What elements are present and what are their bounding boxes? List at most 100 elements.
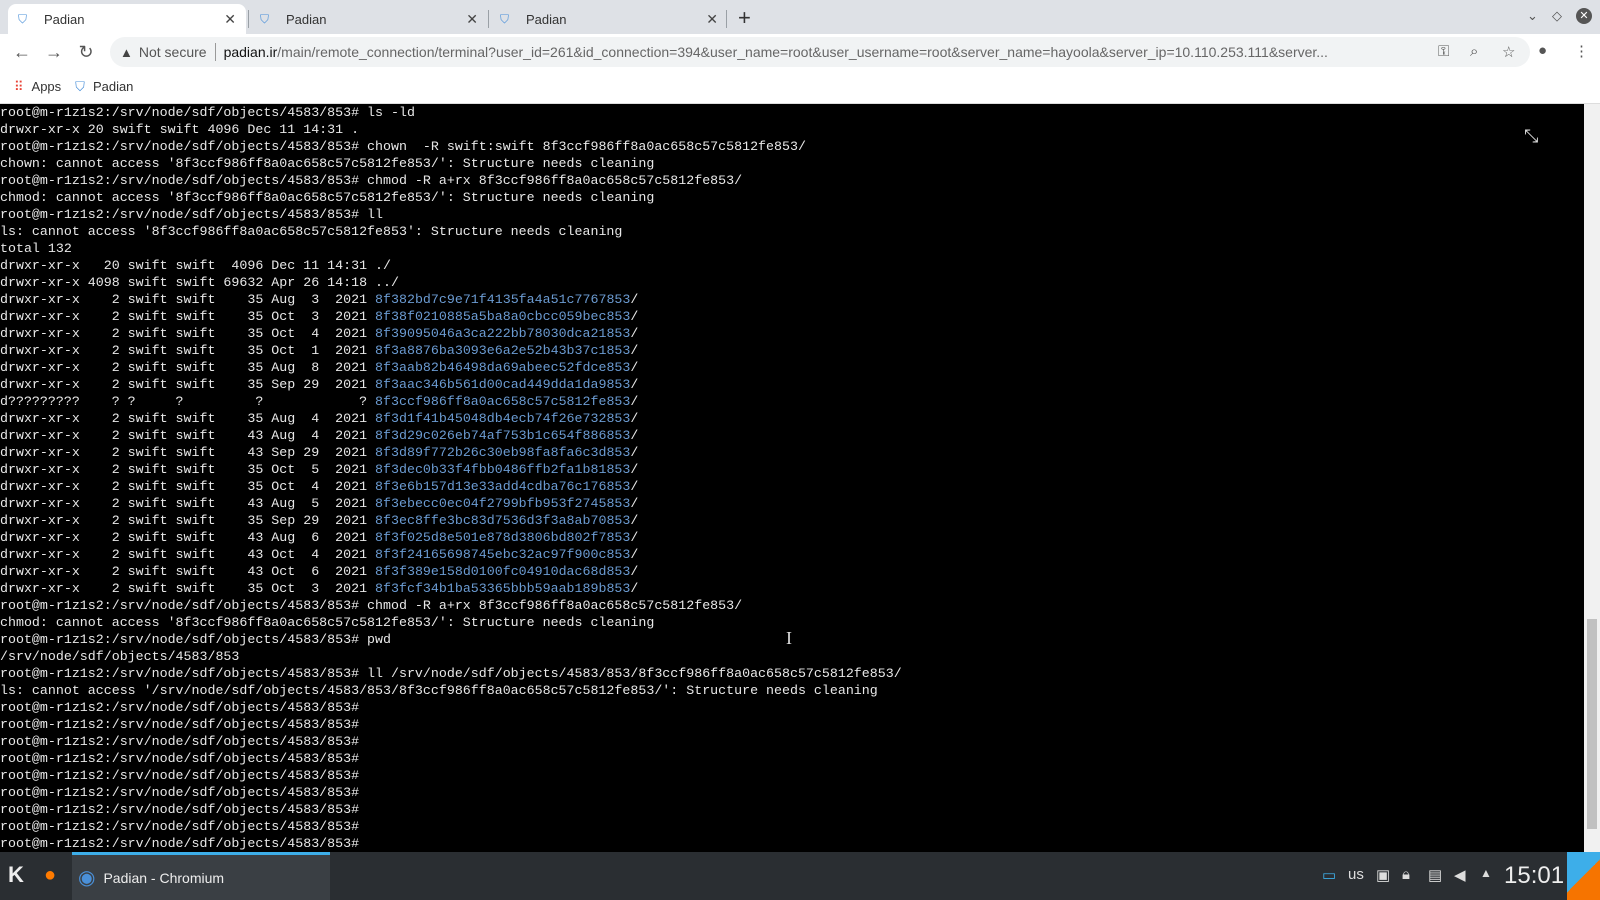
line-text: drwxr-xr-x 2 swift swift 35 Oct 5 2021 xyxy=(0,462,376,477)
terminal-line: drwxr-xr-x 2 swift swift 35 Aug 3 2021 8… xyxy=(0,291,1584,308)
terminal-line: drwxr-xr-x 4098 swift swift 69632 Apr 26… xyxy=(0,274,1584,291)
show-desktop-icon[interactable] xyxy=(1567,852,1600,900)
lock-icon[interactable]: 🔒︎ xyxy=(1402,866,1410,883)
profile-icon[interactable]: ● xyxy=(1538,42,1547,59)
path-slash: / xyxy=(630,377,639,392)
line-text: root@m-r1z1s2:/srv/node/sdf/objects/4583… xyxy=(0,139,806,154)
back-icon[interactable]: ← xyxy=(6,42,38,63)
path-slash: / xyxy=(630,496,639,511)
tab-padian-1[interactable]: ⛉ Padian ✕ xyxy=(8,4,246,34)
apps-grid-icon: ⠿ xyxy=(14,78,24,94)
line-text: drwxr-xr-x 2 swift swift 43 Aug 5 2021 xyxy=(0,496,376,511)
terminal-line: root@m-r1z1s2:/srv/node/sdf/objects/4583… xyxy=(0,767,1584,784)
directory-name: 8f3d1f41b45048db4ecb74f26e732853 xyxy=(375,411,631,426)
tab-search-icon[interactable]: ⌄ xyxy=(1527,8,1538,24)
clipboard-icon[interactable]: ▤ xyxy=(1428,866,1442,884)
line-text: ls: cannot access '/srv/node/sdf/objects… xyxy=(0,683,878,698)
firefox-icon[interactable]: ● xyxy=(44,864,56,887)
line-text: root@m-r1z1s2:/srv/node/sdf/objects/4583… xyxy=(0,785,360,800)
path-slash: / xyxy=(630,326,639,341)
line-text: chown: cannot access '8f3ccf986ff8a0ac65… xyxy=(0,156,655,171)
line-text: drwxr-xr-x 2 swift swift 35 Oct 1 2021 xyxy=(0,343,376,358)
bookmark-padian[interactable]: ⛉ Padian xyxy=(75,79,133,95)
directory-name: 8f39095046a3ca222bb78030dca21853 xyxy=(375,326,631,341)
padian-favicon-icon: ⛉ xyxy=(18,12,28,26)
taskbar: K ● ◉ Padian - Chromium ▭ us ▣ 🔒︎ ▤ ◀ ▲ … xyxy=(0,852,1600,900)
line-text: drwxr-xr-x 2 swift swift 35 Oct 3 2021 xyxy=(0,309,376,324)
terminal-line: drwxr-xr-x 2 swift swift 35 Oct 3 2021 8… xyxy=(0,580,1584,597)
close-tab-icon[interactable]: ✕ xyxy=(466,11,478,28)
path-slash: / xyxy=(630,411,639,426)
terminal-line: chmod: cannot access '8f3ccf986ff8a0ac65… xyxy=(0,614,1584,631)
terminal-line: drwxr-xr-x 2 swift swift 35 Oct 1 2021 8… xyxy=(0,342,1584,359)
exit-fullscreen-icon[interactable]: ⤡ xyxy=(1524,126,1542,147)
line-text: d????????? ? ? ? ? ? xyxy=(0,394,376,409)
task-chromium[interactable]: ◉ Padian - Chromium xyxy=(72,852,330,900)
forward-icon[interactable]: → xyxy=(38,42,70,63)
directory-name: 8f3f389e158d0100fc04910dac68d853 xyxy=(375,564,631,579)
zoom-icon[interactable]: ⌕ xyxy=(1470,43,1478,60)
terminal-line: drwxr-xr-x 2 swift swift 43 Oct 6 2021 8… xyxy=(0,563,1584,580)
line-text: root@m-r1z1s2:/srv/node/sdf/objects/4583… xyxy=(0,768,360,783)
line-text: drwxr-xr-x 2 swift swift 43 Oct 6 2021 xyxy=(0,564,376,579)
terminal-scrollbar[interactable] xyxy=(1584,104,1600,852)
path-slash: / xyxy=(630,513,639,528)
path-slash: / xyxy=(630,445,639,460)
keyboard-layout[interactable]: us xyxy=(1348,866,1364,883)
line-text: root@m-r1z1s2:/srv/node/sdf/objects/4583… xyxy=(0,836,360,851)
close-tab-icon[interactable]: ✕ xyxy=(706,11,718,28)
directory-name: 8f3aab82b46498da69abeec52fdce853 xyxy=(375,360,631,375)
line-text: root@m-r1z1s2:/srv/node/sdf/objects/4583… xyxy=(0,666,902,681)
terminal-line: root@m-r1z1s2:/srv/node/sdf/objects/4583… xyxy=(0,597,1584,614)
tab-padian-2[interactable]: ⛉ Padian ✕ xyxy=(250,4,488,34)
reload-icon[interactable]: ↻ xyxy=(70,42,102,63)
terminal-line: root@m-r1z1s2:/srv/node/sdf/objects/4583… xyxy=(0,104,1584,121)
tab-divider xyxy=(248,10,249,28)
clock[interactable]: 15:01 xyxy=(1504,862,1564,890)
browser-toolbar: ← → ↻ ▲ Not secure padian.ir /main/remot… xyxy=(0,34,1600,70)
tab-divider xyxy=(488,10,489,28)
terminal-line: root@m-r1z1s2:/srv/node/sdf/objects/4583… xyxy=(0,631,1584,648)
scrollbar-thumb[interactable] xyxy=(1587,619,1597,829)
menu-icon[interactable]: ⋮ xyxy=(1574,42,1589,60)
path-slash: / xyxy=(630,292,639,307)
line-text: root@m-r1z1s2:/srv/node/sdf/objects/4583… xyxy=(0,717,360,732)
terminal-line: total 132 xyxy=(0,240,1584,257)
tray-expand-icon[interactable]: ▲ xyxy=(1480,866,1492,880)
tab-padian-3[interactable]: ⛉ Padian ✕ xyxy=(490,4,728,34)
network-icon[interactable]: ▣ xyxy=(1376,866,1390,884)
bookmark-apps[interactable]: ⠿ Apps xyxy=(14,79,61,95)
terminal-line: root@m-r1z1s2:/srv/node/sdf/objects/4583… xyxy=(0,138,1584,155)
directory-name: 8f3e6b157d13e33add4cdba76c176853 xyxy=(375,479,631,494)
window-close-icon[interactable]: ✕ xyxy=(1576,8,1592,24)
path-slash: / xyxy=(630,479,639,494)
warning-icon: ▲ xyxy=(120,44,133,60)
star-icon[interactable]: ☆ xyxy=(1502,43,1515,61)
directory-name: 8f3ccf986ff8a0ac658c57c5812fe853 xyxy=(375,394,631,409)
terminal-output[interactable]: root@m-r1z1s2:/srv/node/sdf/objects/4583… xyxy=(0,104,1584,852)
window-maximize-icon[interactable]: ◇ xyxy=(1552,8,1562,24)
close-tab-icon[interactable]: ✕ xyxy=(224,11,236,28)
terminal-line: root@m-r1z1s2:/srv/node/sdf/objects/4583… xyxy=(0,699,1584,716)
security-label[interactable]: Not secure xyxy=(139,44,207,60)
terminal-line: drwxr-xr-x 2 swift swift 43 Aug 5 2021 8… xyxy=(0,495,1584,512)
volume-icon[interactable]: ◀ xyxy=(1454,866,1466,884)
path-slash: / xyxy=(630,394,639,409)
address-bar[interactable]: ▲ Not secure padian.ir /main/remote_conn… xyxy=(110,37,1530,67)
terminal-line: drwxr-xr-x 2 swift swift 43 Aug 4 2021 8… xyxy=(0,427,1584,444)
kde-menu-icon[interactable]: K xyxy=(8,862,24,888)
terminal-line: root@m-r1z1s2:/srv/node/sdf/objects/4583… xyxy=(0,818,1584,835)
terminal-line: d????????? ? ? ? ? ? 8f3ccf986ff8a0ac658… xyxy=(0,393,1584,410)
line-text: drwxr-xr-x 2 swift swift 43 Aug 4 2021 xyxy=(0,428,376,443)
key-icon[interactable]: ⚿ xyxy=(1438,43,1449,60)
line-text: drwxr-xr-x 2 swift swift 35 Sep 29 2021 xyxy=(0,513,376,528)
terminal-line: root@m-r1z1s2:/srv/node/sdf/objects/4583… xyxy=(0,733,1584,750)
terminal-line: drwxr-xr-x 2 swift swift 35 Aug 4 2021 8… xyxy=(0,410,1584,427)
notifications-icon[interactable]: ▭ xyxy=(1322,866,1336,884)
terminal-line: root@m-r1z1s2:/srv/node/sdf/objects/4583… xyxy=(0,206,1584,223)
directory-name: 8f3aac346b561d00cad449dda1da9853 xyxy=(375,377,631,392)
new-tab-button[interactable]: + xyxy=(738,5,751,31)
bookmarks-bar: ⠿ Apps ⛉ Padian xyxy=(0,70,1600,104)
terminal-line: ls: cannot access '/srv/node/sdf/objects… xyxy=(0,682,1584,699)
directory-name: 8f3d89f772b26c30eb98fa8fa6c3d853 xyxy=(375,445,631,460)
